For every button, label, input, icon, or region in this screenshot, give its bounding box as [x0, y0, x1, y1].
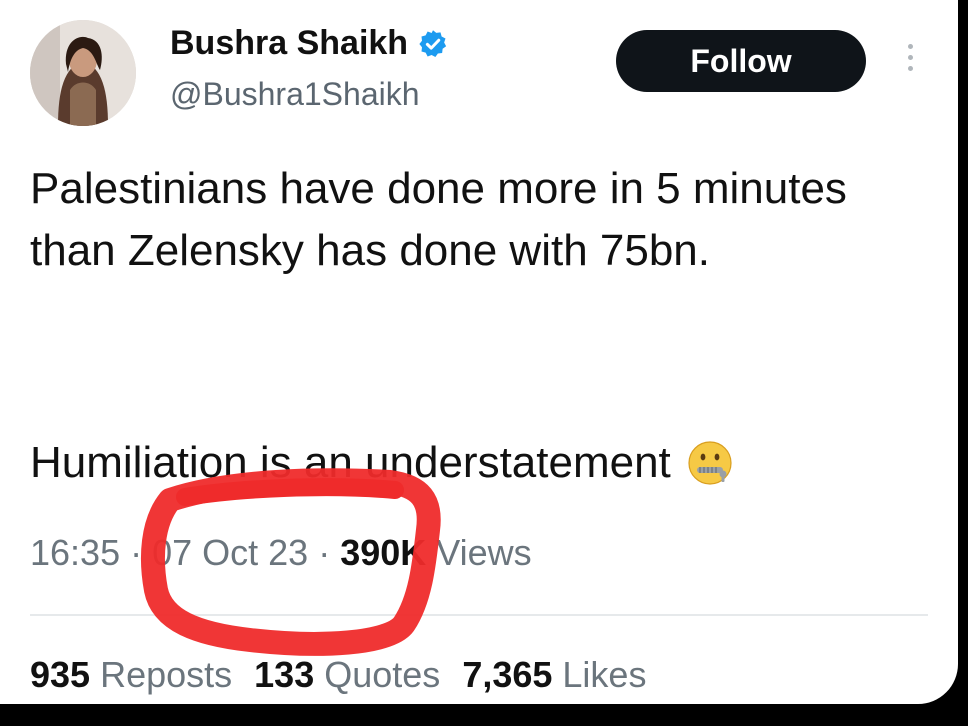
views-label: Views — [436, 532, 532, 573]
verified-badge-icon — [419, 29, 447, 57]
more-vertical-icon[interactable] — [904, 44, 916, 71]
tweet-text-paragraph: Palestinians have done more in 5 minutes… — [30, 164, 847, 275]
engagement-stats: 935 Reposts 133 Quotes 7,365 Likes — [30, 654, 646, 696]
tweet-meta: 16:35 · 07 Oct 23 · 390K Views — [30, 532, 532, 574]
stat-count: 133 — [254, 654, 315, 695]
tweet-text-line: Humiliation is an understatement — [30, 432, 940, 494]
stat-label: Reposts — [100, 654, 233, 695]
meta-separator: · — [318, 532, 331, 573]
tweet-date[interactable]: 07 Oct 23 — [152, 532, 308, 574]
tweet-card: Bushra Shaikh @Bushra1Shaikh Follow Pale… — [0, 0, 958, 704]
avatar-image — [30, 20, 136, 126]
author-handle[interactable]: @Bushra1Shaikh — [170, 76, 420, 113]
stat-label: Quotes — [324, 654, 441, 695]
stat-reposts[interactable]: 935 Reposts — [30, 654, 232, 696]
stat-label: Likes — [562, 654, 647, 695]
stat-likes[interactable]: 7,365 Likes — [462, 654, 646, 696]
stat-count: 7,365 — [462, 654, 553, 695]
tweet-text: Palestinians have done more in 5 minutes… — [30, 158, 940, 282]
tweet-text-paragraph: Humiliation is an understatement — [30, 438, 671, 487]
stat-count: 935 — [30, 654, 91, 695]
follow-button[interactable]: Follow — [616, 30, 866, 92]
views-count: 390K — [340, 532, 427, 573]
meta-separator: · — [130, 532, 143, 573]
stat-quotes[interactable]: 133 Quotes — [254, 654, 440, 696]
author-name[interactable]: Bushra Shaikh — [170, 24, 408, 63]
avatar[interactable] — [30, 20, 136, 126]
tweet-time[interactable]: 16:35 — [30, 532, 120, 574]
zipper-mouth-face-icon — [688, 441, 732, 485]
author-name-row: Bushra Shaikh — [170, 24, 448, 63]
divider — [30, 614, 928, 616]
